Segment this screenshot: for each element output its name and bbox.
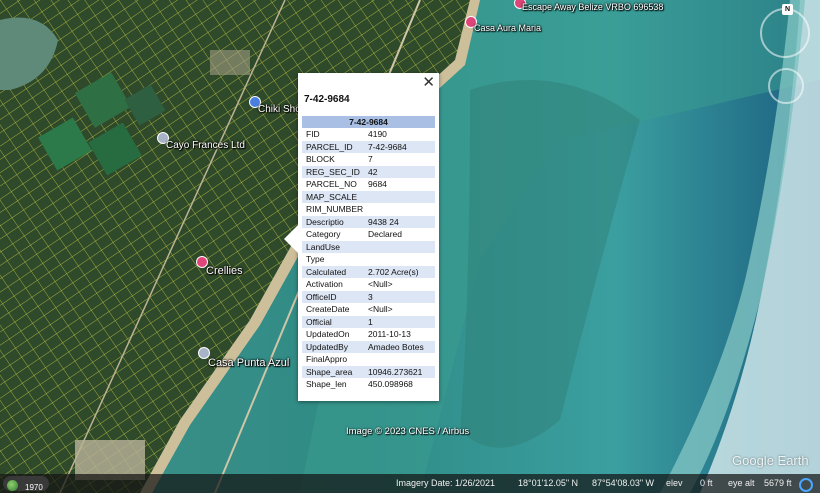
attribute-table: 7-42-9684 FID 4190 PARCEL_ID 7-42-9684 BLOCK… (302, 116, 435, 391)
google-earth-logo: Google Earth (732, 453, 809, 468)
compass-north-icon[interactable]: N (782, 4, 793, 15)
attribute-value: 2011-10-13 (368, 329, 411, 340)
place-label-casa-aura[interactable]: Casa Aura Maria (474, 23, 541, 33)
attribute-value: 10946.273621 (364, 365, 435, 378)
attribute-row: Activation <Null> (302, 278, 435, 291)
attribute-key: Shape_area (302, 365, 364, 378)
eye-altitude-label: eye alt (728, 478, 755, 488)
attribute-table-header: 7-42-9684 (302, 116, 435, 128)
attribute-row: MAP_SCALE (302, 190, 435, 203)
attribute-key: PARCEL_NO (306, 179, 357, 190)
attribute-row: FinalAppro (302, 353, 435, 366)
attribute-row: Calculated 2.702 Acre(s) (302, 265, 435, 278)
attribute-row: UpdatedBy Amadeo Botes (302, 340, 435, 353)
imagery-attribution: Image © 2023 CNES / Airbus (346, 426, 470, 437)
attribute-row: Shape_len 450.098968 (302, 378, 435, 391)
attribute-key: FID (306, 129, 320, 140)
look-joystick[interactable] (760, 8, 810, 58)
elevation-label: elev (666, 478, 683, 488)
attribute-value (364, 353, 435, 366)
attribute-key: OfficeID (302, 290, 364, 303)
attribute-value: 7 (368, 154, 373, 165)
eye-altitude-value: 5679 ft (764, 478, 792, 488)
attribute-value: 9684 (368, 179, 387, 190)
attribute-key: Category (306, 229, 341, 240)
move-joystick[interactable] (768, 68, 804, 104)
attribute-value: 7-42-9684 (364, 140, 435, 153)
attribute-value: 42 (364, 165, 435, 178)
attribute-row: CreateDate <Null> (302, 303, 435, 316)
attribute-value (364, 253, 435, 266)
attribute-row: OfficeID 3 (302, 290, 435, 303)
attribute-key: LandUse (302, 240, 364, 253)
attribute-value (364, 190, 435, 203)
attribute-row: RIM_NUMBER (302, 203, 435, 216)
close-icon[interactable]: ✕ (422, 75, 435, 91)
attribute-key: Shape_len (306, 379, 347, 390)
attribute-key: RIM_NUMBER (306, 204, 364, 215)
place-label-casa-punta[interactable]: Casa Punta Azul (208, 357, 289, 369)
attribute-key: UpdatedBy (302, 340, 364, 353)
balloon-title: 7-42-9684 (304, 94, 350, 105)
attribute-row: FID 4190 (302, 128, 435, 141)
attribute-key: FinalAppro (306, 354, 348, 365)
attribute-row: PARCEL_NO 9684 (302, 178, 435, 191)
attribute-key: Type (306, 254, 325, 265)
place-label-crellies[interactable]: Crellies (206, 265, 243, 277)
attribute-value: 1 (364, 315, 435, 328)
attribute-key: REG_SEC_ID (302, 165, 364, 178)
attribute-row: Shape_area 10946.273621 (302, 365, 435, 378)
attribute-value: Declared (368, 229, 403, 240)
attribute-key: Activation (306, 279, 343, 290)
place-label-cayo[interactable]: Cayo Frances Ltd (166, 140, 245, 151)
attribute-value: Amadeo Botes (364, 340, 435, 353)
parcel-info-balloon: ✕ 7-42-9684 7-42-9684 FID 4190 PARCEL_ID 7-… (284, 73, 439, 401)
longitude-readout: 87°54'08.03" W (592, 478, 655, 488)
attribute-value: <Null> (368, 279, 393, 290)
attribute-value (364, 240, 435, 253)
globe-icon (7, 480, 18, 491)
attribute-key: BLOCK (306, 154, 335, 165)
attribute-key: CreateDate (306, 304, 350, 315)
attribute-key: MAP_SCALE (302, 190, 364, 203)
attribute-row: Type (302, 253, 435, 266)
attribute-value: 450.098968 (368, 379, 413, 390)
attribute-row: PARCEL_ID 7-42-9684 (302, 140, 435, 153)
attribute-row: UpdatedOn 2011-10-13 (302, 328, 435, 341)
place-label-chiki[interactable]: Chiki Sho (258, 104, 301, 115)
attribute-row: BLOCK 7 (302, 153, 435, 166)
attribute-value: 4190 (368, 129, 387, 140)
historical-year: 1970 (25, 483, 43, 492)
attribute-value: 9438 24 (364, 215, 435, 228)
attribute-value: 2.702 Acre(s) (364, 265, 435, 278)
latitude-readout: 18°01'12.05" N (518, 478, 579, 488)
attribute-key: Calculated (302, 265, 364, 278)
attribute-key: Descriptio (302, 215, 364, 228)
attribute-value: 3 (364, 290, 435, 303)
place-label-escape-away[interactable]: Escape Away Belize VRBO 696538 (522, 2, 663, 12)
attribute-row: REG_SEC_ID 42 (302, 165, 435, 178)
attribute-key: UpdatedOn (306, 329, 350, 340)
attribute-key: PARCEL_ID (302, 140, 364, 153)
attribute-value: <Null> (368, 304, 393, 315)
imagery-date: Imagery Date: 1/26/2021 (396, 478, 496, 488)
attribute-value (364, 203, 435, 216)
historical-imagery-button[interactable]: 1970 (3, 476, 49, 492)
attribute-row: Descriptio 9438 24 (302, 215, 435, 228)
streaming-progress-icon (799, 478, 813, 492)
attribute-row: LandUse (302, 240, 435, 253)
attribute-row: Category Declared (302, 228, 435, 241)
attribute-key: Official (302, 315, 364, 328)
status-bar: 1970 Imagery Date: 1/26/2021 18°01'12.05… (0, 474, 820, 493)
balloon-tail (284, 225, 298, 253)
elevation-value: 0 ft (700, 478, 713, 488)
map-viewport[interactable]: Escape Away Belize VRBO 696538 Casa Aura… (0, 0, 820, 493)
attribute-row: Official 1 (302, 315, 435, 328)
